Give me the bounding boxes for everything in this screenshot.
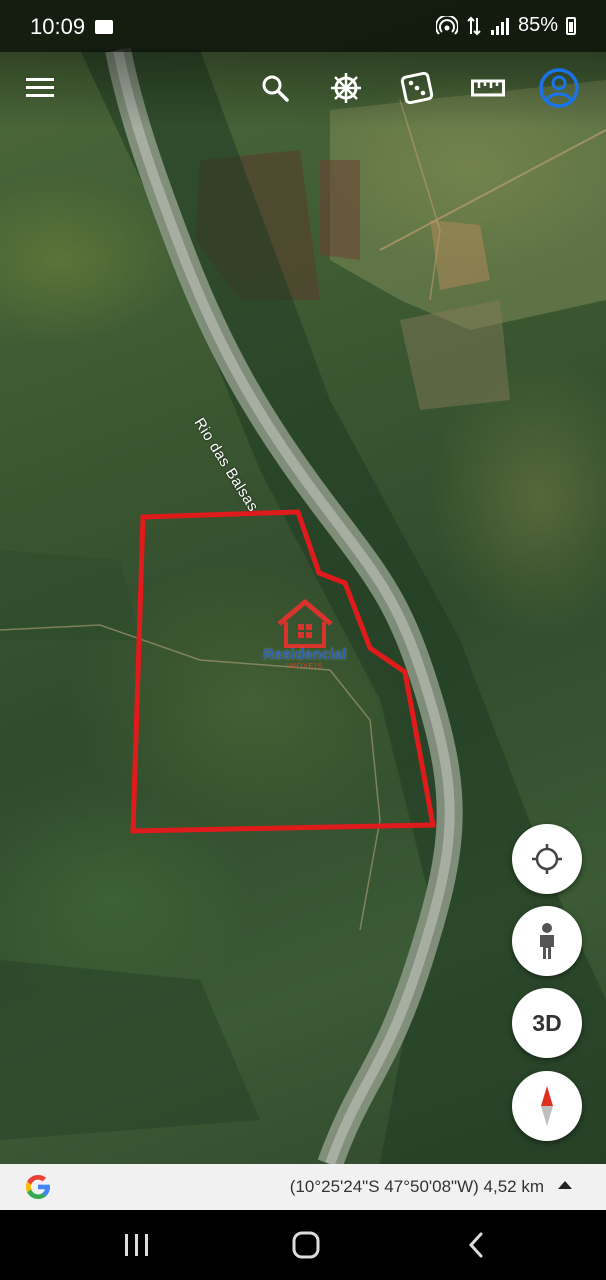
house-logo-icon	[277, 599, 333, 648]
battery-percent: 85%	[517, 14, 558, 36]
compass-button[interactable]	[512, 1071, 582, 1141]
back-icon	[468, 1232, 483, 1258]
feeling-lucky-dice-icon	[400, 71, 434, 105]
system-nav-bar	[0, 1210, 606, 1280]
brand-watermark: Residencial IMÓVEIS	[250, 598, 360, 670]
google-logo-icon	[26, 1175, 50, 1199]
coordinates-readout: (10°25'24"S 47°50'08"W) 4,52 km	[289, 1177, 544, 1196]
satellite-map[interactable]: Rio das Balsas Residencial IMÓVEIS	[0, 0, 606, 1164]
menu-button[interactable]	[17, 64, 65, 112]
expand-info-icon[interactable]	[558, 1181, 572, 1189]
notification-app-icon	[95, 20, 113, 34]
signal-icon	[490, 17, 509, 35]
hotspot-icon	[435, 15, 458, 35]
3d-label: 3D	[532, 1009, 562, 1036]
account-button[interactable]	[535, 64, 583, 112]
brand-name: Residencial	[263, 646, 347, 663]
feeling-lucky-button[interactable]	[393, 64, 441, 112]
my-location-icon	[532, 844, 562, 874]
compass-icon	[541, 1086, 553, 1126]
account-icon	[539, 68, 579, 108]
voyager-button[interactable]	[322, 64, 370, 112]
data-transfer-icon	[467, 16, 481, 35]
search-button[interactable]	[251, 64, 299, 112]
home-button[interactable]	[276, 1224, 336, 1266]
3d-toggle-button[interactable]: 3D	[512, 988, 582, 1058]
status-time: 10:09	[30, 14, 86, 39]
recent-apps-button[interactable]	[107, 1224, 167, 1266]
info-bar: (10°25'24"S 47°50'08"W) 4,52 km	[0, 1164, 606, 1210]
street-view-button[interactable]	[512, 906, 582, 976]
recent-apps-icon	[125, 1234, 148, 1256]
battery-icon	[566, 16, 576, 35]
status-bar: 10:09 85%	[0, 0, 606, 52]
home-icon	[292, 1231, 320, 1259]
brand-subtitle: IMÓVEIS	[286, 663, 324, 670]
map-toolbar	[0, 52, 606, 128]
back-button[interactable]	[446, 1224, 506, 1266]
terrain-layer	[0, 47, 606, 1164]
my-location-button[interactable]	[512, 824, 582, 894]
menu-icon	[26, 78, 54, 97]
measure-ruler-icon	[471, 79, 505, 97]
voyager-wheel-icon	[331, 73, 361, 103]
pegman-icon	[540, 923, 554, 959]
search-icon	[262, 75, 289, 102]
measure-button[interactable]	[464, 64, 512, 112]
